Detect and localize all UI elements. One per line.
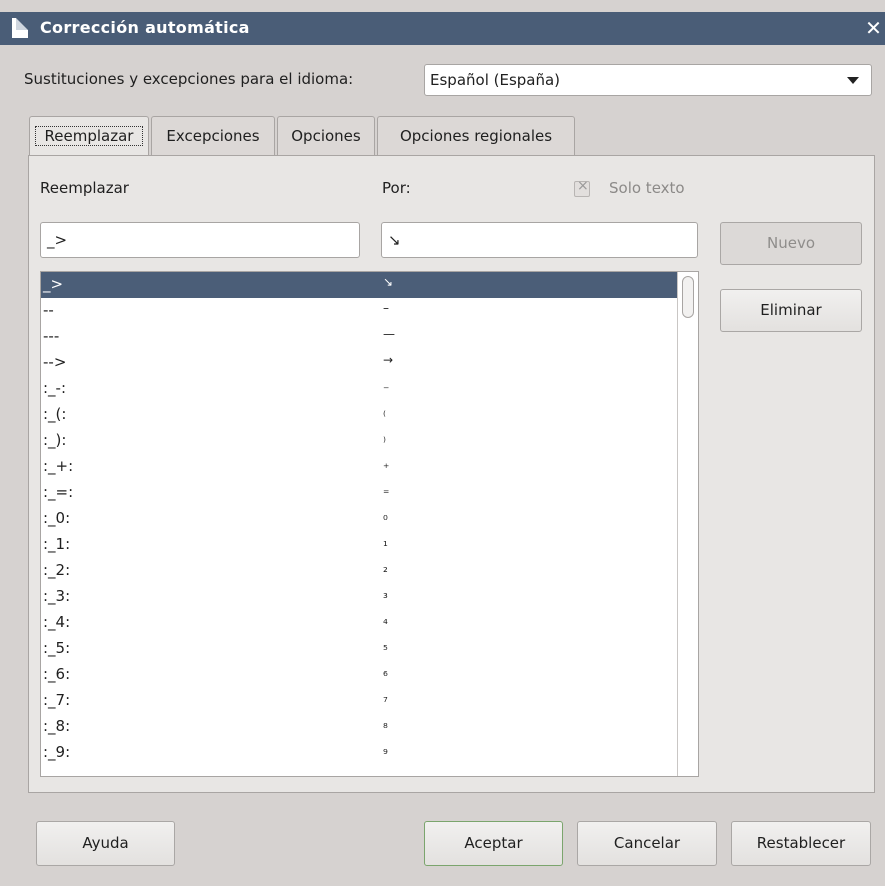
list-item[interactable]: :_7: ₇ [41,688,677,714]
list-item-with: ₍ [383,405,386,419]
list-item-replace: :_5: [43,639,71,657]
list-item-with: ₀ [383,509,388,523]
scrollbar-thumb[interactable] [682,276,694,318]
list-item-replace: -- [43,301,54,319]
list-item[interactable]: :_8: ₈ [41,714,677,740]
list-item[interactable]: :_3: ₃ [41,584,677,610]
list-item[interactable]: --- — [41,324,677,350]
reset-button[interactable]: Restablecer [731,821,871,866]
list-item[interactable]: _> ↘ [41,272,677,298]
replacement-list[interactable]: :_9: ₉ :_8: ₈ :_7: ₇ :_6: ₆ :_5: ₅ :_4: ₄ :_3: ₃ :_2: ₂… [40,271,699,777]
language-label: Sustituciones y excepciones para el idio… [24,70,354,88]
tab-opciones-regionales[interactable]: Opciones regionales [377,116,575,156]
list-item-replace: :_2: [43,561,71,579]
list-item-with: ₆ [383,665,388,679]
list-item[interactable]: :_): ₎ [41,428,677,454]
list-item-replace: :_0: [43,509,71,527]
language-select[interactable]: Español (España) [424,64,872,96]
tab-label: Opciones [291,127,361,145]
list-item[interactable]: :_-: ₋ [41,376,677,402]
list-item[interactable]: :_1: ₁ [41,532,677,558]
replace-input-value: _> [47,231,68,249]
list-item[interactable]: :_4: ₄ [41,610,677,636]
with-label: Por: [382,179,411,197]
list-item[interactable]: :_5: ₅ [41,636,677,662]
text-only-label: Solo texto [609,179,685,197]
list-item-replace: :_3: [43,587,71,605]
list-scrollbar[interactable] [677,272,698,776]
list-item-replace: :_-: [43,379,67,397]
list-item-with: ₂ [383,561,388,575]
list-item-with: ₋ [383,379,390,393]
list-item-replace: :_=: [43,483,74,501]
language-select-value: Español (España) [430,71,561,89]
tab-label: Reemplazar [35,126,143,146]
list-item-replace: --> [43,353,67,371]
delete-button[interactable]: Eliminar [720,289,862,332]
document-icon [12,18,28,38]
tab-label: Opciones regionales [399,127,553,145]
text-only-checkbox[interactable] [574,178,590,197]
list-item-with: ₁ [383,535,388,549]
list-item[interactable]: :_+: ₊ [41,454,677,480]
list-item-replace: :_1: [43,535,71,553]
close-icon[interactable]: ✕ [862,17,885,40]
list-item-with: ₄ [383,613,388,627]
list-item-replace: :_4: [43,613,71,631]
replace-input[interactable]: _> [40,222,360,258]
list-item-replace: :_8: [43,717,71,735]
list-item[interactable]: --> → [41,350,677,376]
list-item-with: ₌ [383,483,390,497]
list-item-replace: :_+: [43,457,74,475]
cancel-button[interactable]: Cancelar [577,821,717,866]
list-item[interactable]: :_=: ₌ [41,480,677,506]
list-item-with: ₅ [383,639,388,653]
replace-label: Reemplazar [40,179,129,197]
list-item-with: – [383,301,389,315]
list-item[interactable]: :_9: ₉ [41,740,677,766]
list-item-with: ₊ [383,457,390,471]
list-item-replace: :_): [43,431,67,449]
list-item[interactable]: -- – [41,298,677,324]
list-item-with: — [383,327,395,341]
tab-excepciones[interactable]: Excepciones [151,116,275,156]
list-item-replace: :_6: [43,665,71,683]
window-title: Corrección automática [40,18,250,37]
list-item-replace: :_9: [43,743,71,761]
chevron-down-icon [847,77,859,84]
list-item-with: ₇ [383,691,388,705]
list-item-with: ₃ [383,587,388,601]
list-item-replace: :_(: [43,405,67,423]
list-item[interactable]: :_0: ₀ [41,506,677,532]
list-item-with: ₉ [383,743,388,757]
list-item-with: ₈ [383,717,388,731]
ok-button[interactable]: Aceptar [424,821,563,866]
list-item[interactable]: :_(: ₍ [41,402,677,428]
list-item-with: → [383,353,394,367]
list-item-replace: --- [43,327,60,345]
tab-label: Excepciones [166,127,260,145]
list-item-with: ↘ [383,275,394,289]
with-input-value: ↘ [388,231,401,249]
window-titlebar: Corrección automática ✕ [0,12,885,45]
tab-opciones[interactable]: Opciones [277,116,375,156]
list-item[interactable]: :_2: ₂ [41,558,677,584]
list-item-with: ₎ [383,431,386,445]
help-button[interactable]: Ayuda [36,821,175,866]
tab-reemplazar[interactable]: Reemplazar [29,116,149,156]
new-button[interactable]: Nuevo [720,222,862,265]
with-input[interactable]: ↘ [381,222,698,258]
list-item-replace: :_7: [43,691,71,709]
list-item-replace: _> [43,275,64,293]
list-item[interactable]: :_6: ₆ [41,662,677,688]
